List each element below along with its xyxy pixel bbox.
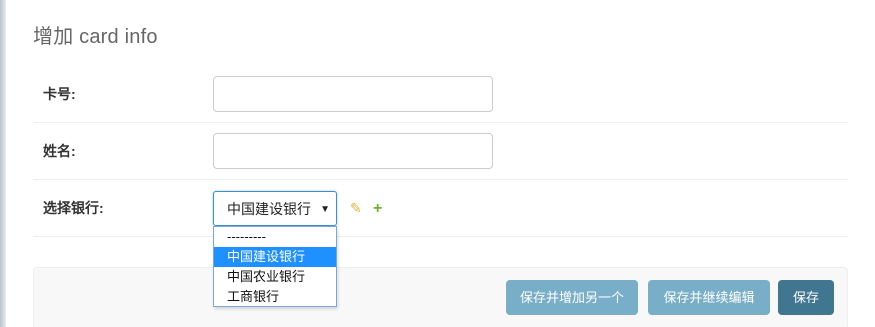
- dropdown-option-empty[interactable]: ---------: [214, 227, 336, 247]
- form-row-bank: 选择银行: 中国建设银行 ▼ ✎ +: [33, 180, 848, 237]
- name-input[interactable]: [213, 133, 493, 169]
- bank-select[interactable]: 中国建设银行 ▼: [213, 191, 337, 226]
- admin-add-form-page: 增加 card info 卡号: 姓名: 选择银行: 中国建设银行 ▼ ✎ + …: [0, 0, 875, 327]
- bank-dropdown-list: --------- 中国建设银行 中国农业银行 工商银行: [213, 226, 337, 307]
- name-label: 姓名:: [43, 143, 76, 159]
- dropdown-option-abc[interactable]: 中国农业银行: [214, 267, 336, 287]
- chevron-down-icon: ▼: [320, 204, 330, 215]
- pencil-icon[interactable]: ✎: [350, 191, 362, 226]
- bank-label: 选择银行:: [43, 200, 104, 216]
- bank-select-value: 中国建设银行: [227, 201, 311, 217]
- page-title: 增加 card info: [33, 26, 158, 48]
- form-row-card-number: 卡号:: [33, 66, 848, 123]
- card-number-input[interactable]: [213, 76, 493, 112]
- form-row-name: 姓名:: [33, 123, 848, 180]
- save-and-continue-button[interactable]: 保存并继续编辑: [648, 280, 770, 315]
- save-and-add-another-button[interactable]: 保存并增加另一个: [506, 280, 638, 315]
- dropdown-option-ccb[interactable]: 中国建设银行: [214, 247, 336, 267]
- plus-icon[interactable]: +: [373, 191, 382, 226]
- left-edge-shadow: [0, 0, 6, 327]
- dropdown-option-icbc[interactable]: 工商银行: [214, 287, 336, 307]
- card-number-label: 卡号:: [43, 86, 76, 102]
- save-button[interactable]: 保存: [778, 280, 834, 315]
- submit-row: 保存并增加另一个 保存并继续编辑 保存: [33, 267, 848, 327]
